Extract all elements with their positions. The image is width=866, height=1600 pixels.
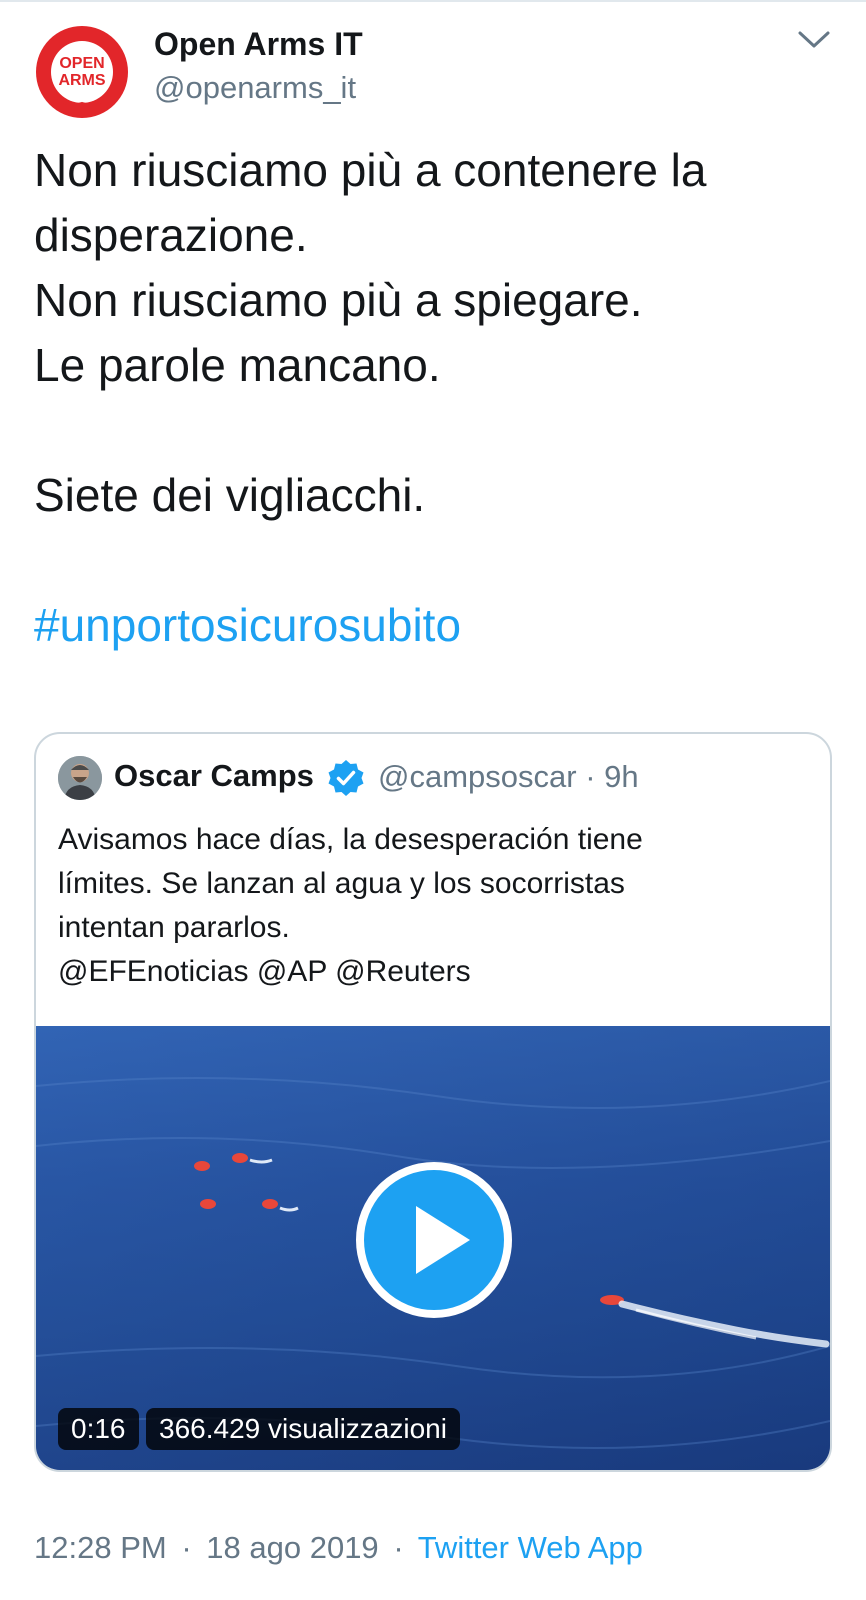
tweet-time: 12:28 PM	[34, 1530, 167, 1565]
footer-separator: ·	[393, 1530, 404, 1565]
top-divider	[0, 0, 866, 2]
person-photo-icon	[58, 756, 102, 800]
quoted-line: intentan pararlos.	[58, 911, 290, 944]
tweet-footer: 12:28 PM · 18 ago 2019 · Twitter Web App	[34, 1530, 643, 1566]
quoted-tweet-card[interactable]: Oscar Camps @campsoscar · 9h Avisamos ha…	[34, 732, 832, 1472]
quoted-author-handle: @campsoscar	[378, 759, 577, 794]
video-player[interactable]: 0:16 366.429 visualizzazioni	[36, 1026, 830, 1470]
tweet-line: Le parole mancano.	[34, 339, 441, 391]
tweet-line: Non riusciamo più a spiegare.	[34, 274, 643, 326]
quoted-line: límites. Se lanzan al agua y los socorri…	[58, 867, 625, 900]
svg-text:ARMS: ARMS	[58, 72, 105, 89]
video-duration-badge: 0:16	[58, 1408, 139, 1450]
svg-text:OPEN: OPEN	[59, 55, 104, 72]
tweet-line: disperazione.	[34, 209, 308, 261]
quoted-meta: @campsoscar · 9h	[378, 759, 639, 795]
tweet-text: Non riusciamo più a contenere la dispera…	[34, 138, 834, 658]
author-avatar[interactable]: OPEN ARMS	[34, 24, 130, 120]
tweet-line: Non riusciamo più a contenere la	[34, 144, 707, 196]
verified-badge-icon	[328, 760, 364, 796]
meta-separator: ·	[585, 759, 596, 794]
quoted-line: Avisamos hace días, la desesperación tie…	[58, 823, 643, 856]
tweet-source-link[interactable]: Twitter Web App	[418, 1530, 643, 1565]
quoted-author-name: Oscar Camps	[114, 758, 314, 793]
open-arms-logo: OPEN ARMS	[36, 26, 128, 118]
chevron-down-icon[interactable]	[796, 28, 832, 52]
quoted-mentions: @EFEnoticias @AP @Reuters	[58, 955, 471, 988]
hashtag-link[interactable]: #unportosicurosubito	[34, 593, 834, 658]
author-handle[interactable]: @openarms_it	[154, 70, 356, 106]
quoted-author-avatar	[58, 756, 102, 800]
video-views-badge: 366.429 visualizzazioni	[146, 1408, 460, 1450]
author-name[interactable]: Open Arms IT	[154, 26, 363, 63]
quoted-tweet-text: Avisamos hace días, la desesperación tie…	[58, 818, 818, 994]
quoted-timestamp: 9h	[604, 759, 639, 794]
tweet-line: Siete dei vigliacchi.	[34, 469, 426, 521]
footer-separator: ·	[181, 1530, 192, 1565]
play-icon[interactable]	[354, 1160, 514, 1320]
tweet-date: 18 ago 2019	[206, 1530, 379, 1565]
